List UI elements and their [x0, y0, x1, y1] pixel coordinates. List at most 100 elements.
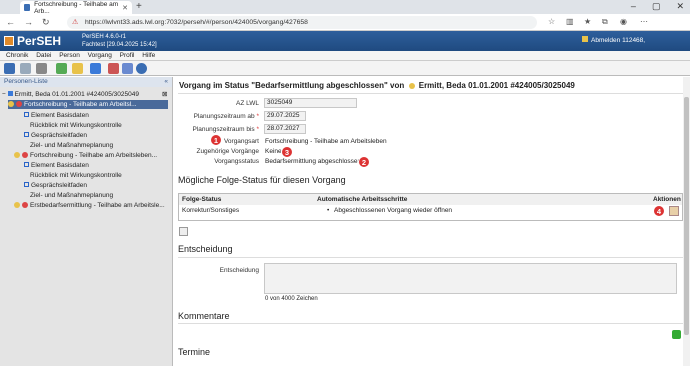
- person-search-icon[interactable]: [56, 63, 67, 74]
- tree-item[interactable]: Rückblick mit Wirkungskontrolle: [30, 171, 122, 180]
- tree-item[interactable]: Gesprächsleitfaden: [24, 131, 87, 140]
- settings-icon[interactable]: [90, 63, 101, 74]
- main-panel: Vorgang im Status "Bedarfsermittlung abg…: [175, 77, 683, 366]
- close-window-icon[interactable]: ✕: [676, 1, 684, 12]
- undo-icon[interactable]: [20, 63, 31, 74]
- folge-status-title: Mögliche Folge-Status für diesen Vorgang: [178, 175, 346, 185]
- divider: [178, 323, 683, 324]
- az-field[interactable]: 3025049: [264, 98, 357, 108]
- maximize-icon[interactable]: ▢: [652, 1, 661, 12]
- add-row-icon[interactable]: [179, 227, 188, 236]
- tree-item[interactable]: Fortschreibung - Teilhabe am Arbeitslebe…: [14, 151, 157, 160]
- menu-profil[interactable]: Profil: [120, 51, 135, 61]
- tree-item[interactable]: Ziel- und Maßnahmeplanung: [30, 141, 113, 150]
- tree-item-label: Fortschreibung - Teilhabe am Arbeitsl...: [24, 101, 137, 108]
- close-tab-icon[interactable]: ✕: [122, 4, 128, 12]
- element-icon: [24, 162, 29, 167]
- row-auto-bullet: •: [327, 207, 330, 214]
- row-folge-status: Korrektur/Sonstiges: [182, 207, 240, 214]
- app-header: PerSEH PerSEH 4.6.0-r1 Fachtest [29.04.2…: [0, 31, 690, 51]
- reload-icon[interactable]: ↻: [42, 17, 50, 28]
- person-list-header: Personen-Liste «: [0, 77, 172, 87]
- favorites-icon[interactable]: ★: [584, 17, 591, 26]
- tree-item-label: Ziel- und Maßnahmeplanung: [30, 192, 114, 199]
- back-icon[interactable]: ←: [6, 17, 15, 27]
- person-icon: [408, 83, 415, 89]
- version-text: PerSEH 4.6.0-r1: [82, 34, 127, 40]
- status-label: Vorgangsstatus: [214, 158, 259, 165]
- tree-item[interactable]: Ziel- und Maßnahmeplanung: [30, 191, 113, 200]
- zug-label: Zugehörige Vorgänge: [196, 148, 259, 155]
- save-icon[interactable]: [4, 63, 15, 74]
- url-field[interactable]: ⚠ https://lwlvnt33.ads.lwl.org:7032/pers…: [67, 16, 537, 29]
- badge-1: 1: [210, 134, 222, 146]
- tree-item[interactable]: Rückblick mit Wirkungskontrolle: [30, 121, 122, 130]
- menu-datei[interactable]: Datei: [36, 51, 51, 61]
- close-person-icon[interactable]: ⊠: [162, 90, 167, 99]
- divider: [178, 93, 683, 94]
- tab-title: Fortschreibung - Teilhabe am Arb...: [34, 0, 119, 15]
- page-title: Vorgang im Status "Bedarfsermittlung abg…: [179, 81, 575, 90]
- minimize-icon[interactable]: –: [631, 1, 636, 12]
- title-prefix: Vorgang im Status "Bedarfsermittlung abg…: [179, 81, 405, 90]
- char-count: 0 von 4000 Zeichen: [265, 296, 318, 302]
- menu-vorgang[interactable]: Vorgang: [88, 51, 112, 61]
- tree-item[interactable]: Erstbedarfsermittlung - Teilhabe am Arbe…: [14, 201, 165, 210]
- profile-icon[interactable]: ◉: [620, 17, 627, 26]
- menu-bar: Chronik Datei Person Vorgang Profil Hilf…: [0, 51, 690, 61]
- row-auto-step: Abgeschlossenen Vorgang wieder öffnen: [334, 207, 453, 214]
- scrollbar-thumb[interactable]: [684, 97, 689, 335]
- entscheidung-textarea[interactable]: [264, 263, 677, 294]
- forward-icon[interactable]: →: [24, 17, 33, 27]
- url-text: https://lwlvnt33.ads.lwl.org:7032/perseh…: [85, 19, 308, 26]
- execute-action-button[interactable]: [669, 206, 679, 216]
- more-icon[interactable]: ⋯: [640, 17, 648, 26]
- tree-item[interactable]: Element Basisdaten: [24, 111, 89, 120]
- entscheidung-label: Entscheidung: [219, 267, 259, 274]
- bis-date-field[interactable]: 28.07.2027: [264, 124, 306, 134]
- col-header-folge: Folge-Status: [182, 194, 222, 205]
- collapse-tree-icon[interactable]: −: [2, 91, 6, 98]
- env-text: Fachtest [29.04.2025 15:42]: [82, 42, 157, 48]
- menu-hilfe[interactable]: Hilfe: [142, 51, 155, 61]
- tree-item-label: Erstbedarfsermittlung - Teilhabe am Arbe…: [30, 202, 165, 209]
- add-icon[interactable]: [72, 63, 83, 74]
- tree-item-label: Element Basisdaten: [31, 162, 89, 169]
- new-tab-icon[interactable]: +: [136, 1, 142, 12]
- folge-status-table: Folge-Status Automatische Arbeitsschritt…: [178, 193, 683, 221]
- menu-person[interactable]: Person: [59, 51, 80, 61]
- az-label: AZ LWL: [236, 100, 259, 107]
- person-list-panel: Personen-Liste « − Ermitt, Beda 01.01.20…: [0, 77, 173, 366]
- tree-item-label: Element Basisdaten: [31, 112, 89, 119]
- tree-item[interactable]: Gesprächsleitfaden: [24, 181, 87, 190]
- logout-icon: [582, 36, 588, 42]
- address-bar-row: ← → ↻ ⚠ https://lwlvnt33.ads.lwl.org:703…: [0, 14, 690, 31]
- badge-3: 3: [281, 146, 293, 158]
- logout-link[interactable]: Abmelden 112468,: [582, 36, 645, 44]
- split-icon[interactable]: ▥: [566, 17, 574, 26]
- collections-icon[interactable]: ⧉: [602, 17, 608, 27]
- tree-person-label: Ermitt, Beda 01.01.2001 #424005/3025049: [14, 91, 139, 98]
- menu-chronik[interactable]: Chronik: [6, 51, 28, 61]
- print-icon[interactable]: [36, 63, 47, 74]
- folder-icon: [14, 152, 20, 158]
- scrollbar[interactable]: [683, 77, 690, 366]
- tree-item-label: Gesprächsleitfaden: [31, 132, 88, 139]
- ab-date-field[interactable]: 29.07.2025: [264, 111, 306, 121]
- entscheidung-title: Entscheidung: [178, 244, 233, 254]
- not-secure-icon[interactable]: ⚠: [72, 16, 78, 29]
- status-icon: [16, 101, 22, 107]
- tree-item[interactable]: Fortschreibung - Teilhabe am Arbeitsl...: [8, 100, 168, 109]
- star-icon[interactable]: ☆: [548, 17, 555, 26]
- help-icon[interactable]: [136, 63, 147, 74]
- add-comment-icon[interactable]: [672, 330, 681, 339]
- tree-item[interactable]: Element Basisdaten: [24, 161, 89, 170]
- favicon-icon: [24, 4, 31, 11]
- tools-icon[interactable]: [108, 63, 119, 74]
- gear-icon[interactable]: [122, 63, 133, 74]
- tree-item-label: Rückblick mit Wirkungskontrolle: [30, 122, 122, 129]
- collapse-icon[interactable]: «: [164, 77, 168, 87]
- browser-tab[interactable]: Fortschreibung - Teilhabe am Arb... ✕: [20, 0, 132, 15]
- element-icon: [24, 112, 29, 117]
- tree-person[interactable]: − Ermitt, Beda 01.01.2001 #424005/302504…: [2, 90, 167, 99]
